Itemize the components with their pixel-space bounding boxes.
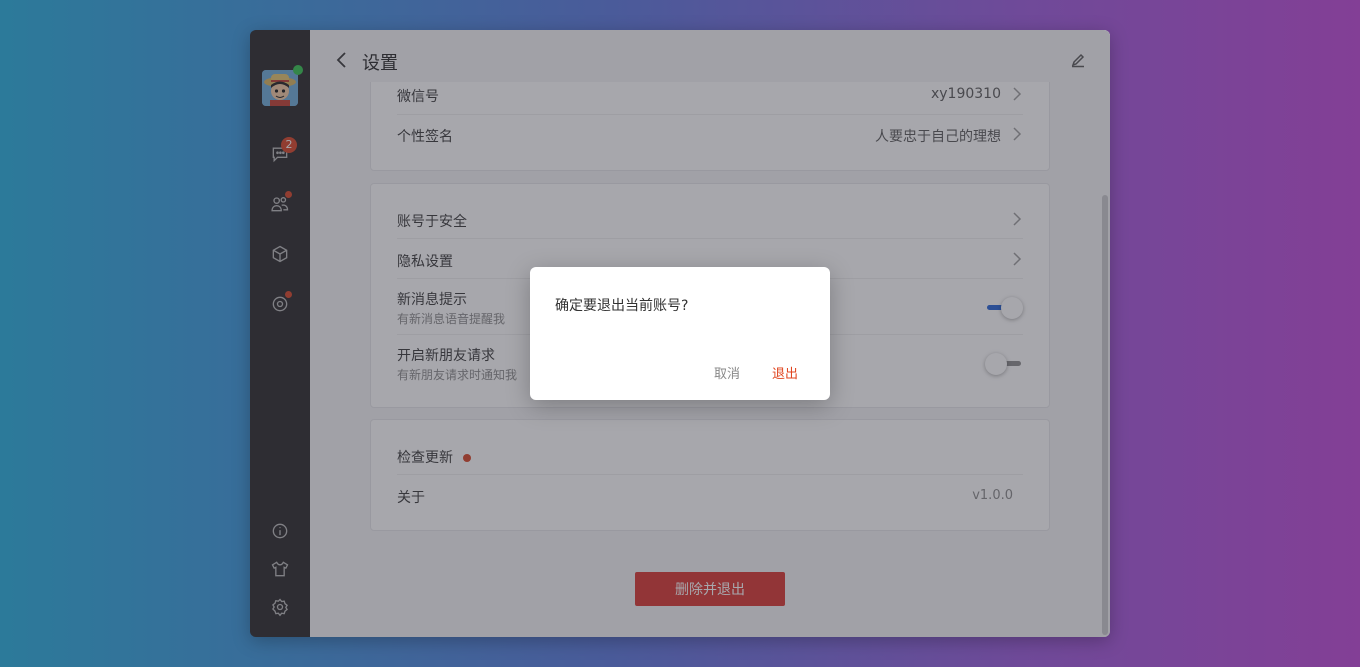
confirm-logout-button[interactable]: 退出 [772, 363, 798, 382]
logout-confirm-dialog: 确定要退出当前账号? 取消 退出 [530, 267, 830, 400]
cancel-button[interactable]: 取消 [714, 363, 740, 382]
dialog-message: 确定要退出当前账号? [555, 298, 689, 314]
